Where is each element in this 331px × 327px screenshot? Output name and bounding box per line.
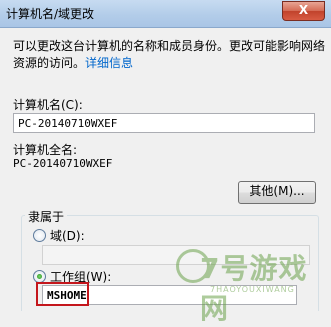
workgroup-option[interactable]: 工作组(W):	[33, 268, 111, 285]
watermark-logo: 7号游戏网 7HAOYOUXIWANG	[176, 245, 326, 325]
full-name-value: PC-20140710WXEF	[13, 157, 113, 170]
title-bar: 计算机名/域更改 X	[0, 0, 331, 28]
description-text: 可以更改这台计算机的名称和成员身份。更改可能影响网络资源的访问。	[13, 39, 326, 70]
description: 可以更改这台计算机的名称和成员身份。更改可能影响网络资源的访问。详细信息	[13, 38, 327, 72]
watermark-subtext: 7HAOYOUXIWANG	[210, 285, 295, 294]
computer-name-field[interactable]	[13, 113, 315, 133]
details-link[interactable]: 详细信息	[85, 56, 133, 70]
domain-label: 域(D):	[50, 229, 85, 243]
domain-radio[interactable]	[33, 229, 46, 242]
workgroup-label: 工作组(W):	[50, 270, 112, 284]
close-button[interactable]: X	[282, 1, 325, 21]
domain-option[interactable]: 域(D):	[33, 227, 85, 244]
more-button[interactable]: 其他(M)...	[238, 181, 316, 204]
computer-name-input[interactable]	[14, 114, 314, 132]
computer-name-label: 计算机名(C):	[13, 98, 83, 112]
member-of-title: 隶属于	[25, 208, 68, 225]
full-name-label: 计算机全名:	[13, 143, 78, 157]
window-title: 计算机名/域更改	[6, 7, 95, 21]
workgroup-radio[interactable]	[33, 270, 46, 283]
